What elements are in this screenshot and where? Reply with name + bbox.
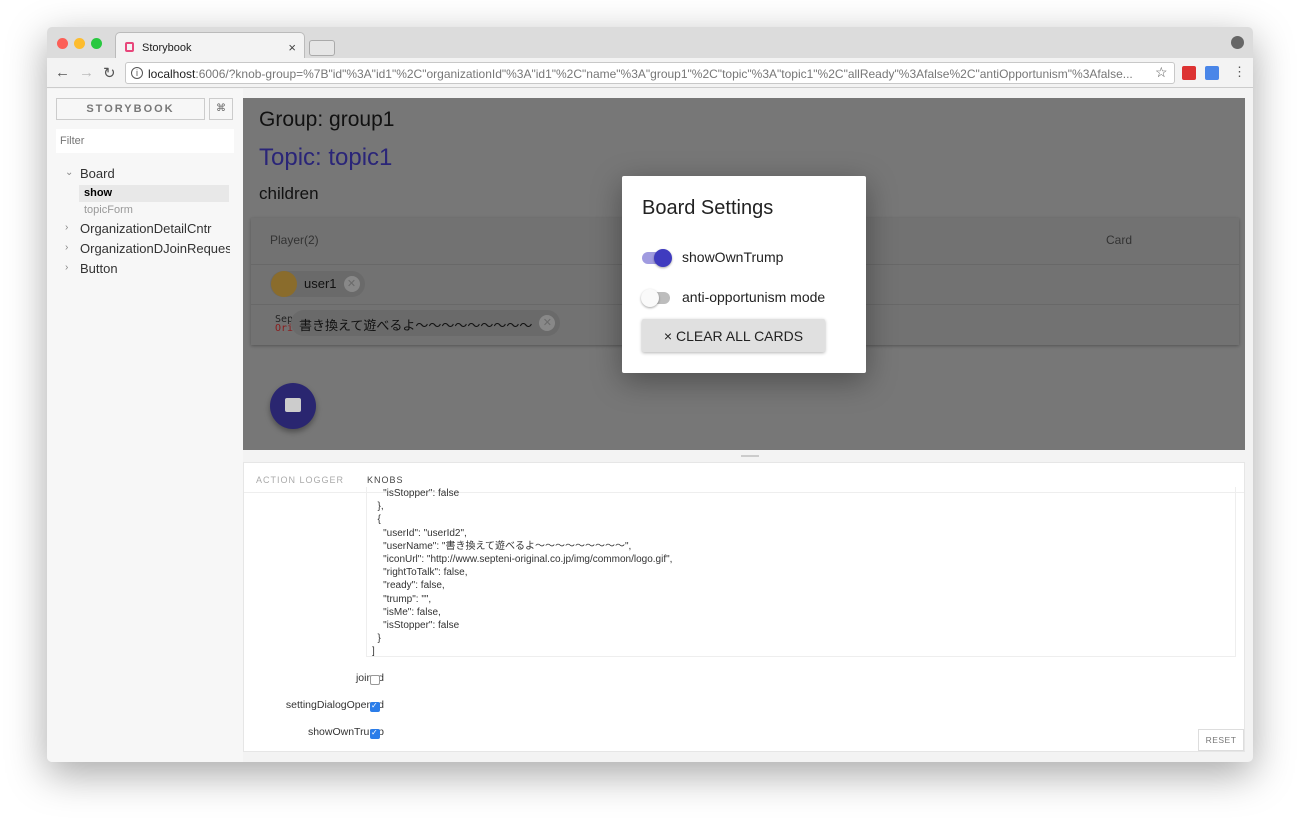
json-line: }, <box>372 501 384 513</box>
json-line: "isStopper": false <box>372 488 460 499</box>
translate-extension-icon[interactable] <box>1205 66 1219 80</box>
dialog-title: Board Settings <box>642 197 774 219</box>
reload-icon[interactable]: ↻ <box>103 64 116 82</box>
tree-item-button[interactable]: › Button <box>65 261 230 280</box>
title-bar: Storybook × <box>47 27 1253 59</box>
panel-resize-handle[interactable] <box>243 450 1245 462</box>
extension-icon[interactable] <box>1182 66 1196 80</box>
addons-panel: ACTION LOGGER KNOBS "isStopper": false }… <box>243 462 1245 752</box>
group-knob-textarea[interactable]: "isStopper": false }, { "userId": "userI… <box>366 487 1236 657</box>
storybook-sidebar: STORYBOOK ⌘ ⌄ Board show topicForm › Organ… <box>47 89 243 762</box>
tree-label: Board <box>80 166 115 181</box>
knob-label: showOwnTrump <box>307 726 384 738</box>
setting-dialog-opened-checkbox[interactable] <box>370 701 380 712</box>
tree-item-organizationdetailcntr[interactable]: › OrganizationDetailCntr <box>65 221 230 240</box>
avatar <box>271 271 297 297</box>
filter-input[interactable] <box>56 129 234 153</box>
tree-item-organizationdjoinrequest[interactable]: › OrganizationDJoinRequest <box>65 241 230 260</box>
tree-item-board[interactable]: ⌄ Board <box>65 166 230 185</box>
anti-opportunism-toggle[interactable] <box>641 289 672 307</box>
json-line: "ready": false, <box>372 580 445 592</box>
toggle-knob <box>654 249 672 267</box>
button-label: CLEAR ALL CARDS <box>675 327 804 344</box>
info-icon[interactable]: i <box>131 67 143 79</box>
toggle-knob <box>641 289 659 307</box>
chat-icon <box>285 398 301 412</box>
chevron-right-icon: › <box>65 262 69 273</box>
browser-window: Storybook × ← → ↻ i localhost:6006/?knob… <box>47 27 1253 762</box>
clear-icon: × <box>663 327 673 344</box>
address-bar[interactable]: i localhost:6006/?knob-group=%7B"id"%3A"… <box>125 62 1175 84</box>
json-line: "rightToTalk": false, <box>372 567 468 579</box>
reset-button[interactable]: RESET <box>1198 729 1244 751</box>
json-line: ] <box>372 646 375 657</box>
chevron-right-icon: › <box>65 222 69 233</box>
json-line: "userName": "書き換えて遊べるよ〜〜〜〜〜〜〜〜〜", <box>372 540 632 552</box>
board-settings-dialog: Board Settings showOwnTrump anti-opportu… <box>622 176 866 373</box>
storybook-brand-button[interactable]: STORYBOOK <box>56 98 205 120</box>
close-window-button[interactable] <box>57 38 68 49</box>
back-icon[interactable]: ← <box>55 64 70 81</box>
maximize-window-button[interactable] <box>91 38 102 49</box>
player-chip: user1 ✕ <box>270 271 365 297</box>
toggle-label: showOwnTrump <box>682 249 784 265</box>
json-line: "isMe": false, <box>372 606 441 618</box>
show-own-trump-checkbox[interactable] <box>370 728 380 739</box>
browser-toolbar: ← → ↻ i localhost:6006/?knob-group=%7B"i… <box>47 58 1253 88</box>
json-line: "isStopper": false <box>372 620 460 632</box>
forward-icon[interactable]: → <box>79 64 94 81</box>
json-line: { <box>372 514 381 526</box>
remove-player-icon[interactable]: ✕ <box>539 315 556 331</box>
topic-title: Topic: topic1 <box>259 144 393 171</box>
minimize-window-button[interactable] <box>74 38 85 49</box>
close-tab-icon[interactable]: × <box>288 40 296 55</box>
menu-kebab-icon[interactable]: ⋮ <box>1233 64 1246 80</box>
column-header-card: Card <box>1106 233 1133 247</box>
knob-label: settingDialogOpened <box>285 699 384 711</box>
tree-label: OrganizationDJoinRequest <box>80 241 230 256</box>
column-header-player: Player(2) <box>270 233 319 247</box>
browser-tab[interactable]: Storybook × <box>115 32 305 59</box>
group-title: Group: group1 <box>259 108 395 131</box>
story-topicform[interactable]: topicForm <box>79 202 229 219</box>
knob-label: joined <box>244 672 384 684</box>
tab-knobs[interactable]: KNOBS <box>367 475 404 485</box>
remove-player-icon[interactable]: ✕ <box>343 276 360 292</box>
chat-fab-button[interactable] <box>270 383 316 429</box>
story-tree: ⌄ Board show topicForm › OrganizationDetai… <box>65 166 230 280</box>
chevron-down-icon: ⌄ <box>65 167 74 178</box>
chevron-right-icon: › <box>65 242 69 253</box>
json-line: "userId": "userId2", <box>372 527 467 539</box>
joined-checkbox[interactable] <box>370 675 380 685</box>
url-path: :6006/?knob-group=%7B"id"%3A"id1"%2C"org… <box>195 67 1133 81</box>
story-show[interactable]: show <box>79 185 229 202</box>
player-name: 書き換えて遊べるよ〜〜〜〜〜〜〜〜〜 <box>299 318 533 333</box>
player-name: user1 <box>304 276 337 291</box>
bookmark-star-icon[interactable]: ☆ <box>1155 64 1168 81</box>
shortcuts-button[interactable]: ⌘ <box>209 98 233 120</box>
tree-label: Button <box>80 261 118 276</box>
show-own-trump-toggle[interactable] <box>642 249 672 267</box>
url-host: localhost <box>148 67 196 81</box>
json-line: } <box>372 633 381 645</box>
tab-title: Storybook <box>142 42 192 54</box>
new-tab-button[interactable] <box>309 40 335 56</box>
player-chip: 書き換えて遊べるよ〜〜〜〜〜〜〜〜〜 ✕ <box>291 310 561 336</box>
json-line: "iconUrl": "http://www.septeni-original.… <box>372 554 673 566</box>
account-icon[interactable] <box>1231 36 1244 49</box>
toggle-label: anti-opportunism mode <box>682 289 826 305</box>
children-text: children <box>259 184 319 203</box>
json-line: "trump": "", <box>372 593 432 605</box>
storybook-favicon-icon <box>125 42 134 52</box>
tab-action-logger[interactable]: ACTION LOGGER <box>256 475 344 485</box>
clear-all-cards-button[interactable]: × CLEAR ALL CARDS <box>642 319 825 352</box>
tree-label: OrganizationDetailCntr <box>80 221 212 236</box>
